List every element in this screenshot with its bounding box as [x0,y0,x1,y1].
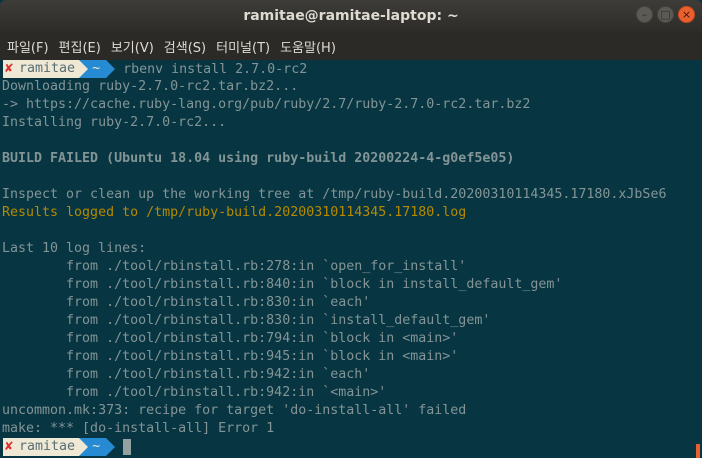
prompt-user-segment: ✘ ramitae [3,438,80,456]
output-line: Last 10 log lines: [2,241,147,256]
menu-search[interactable]: 검색(S) [164,37,206,56]
powerline-separator-icon [79,60,89,78]
menu-terminal[interactable]: 터미널(T) [216,37,270,56]
output-line: from ./tool/rbinstall.rb:840:in `block i… [2,277,563,292]
window-controls: – □ × [636,6,695,23]
log-path-line: Results logged to /tmp/ruby-build.202003… [2,205,467,220]
output-line: uncommon.mk:373: recipe for target 'do-i… [2,403,467,418]
output-line: from ./tool/rbinstall.rb:942:in `<main>' [2,385,387,400]
output-line: from ./tool/rbinstall.rb:830:in `install… [2,313,491,328]
command-text: rbenv install 2.7.0-rc2 [123,61,308,77]
output-line: Installing ruby-2.7.0-rc2... [2,115,227,130]
output-line: from ./tool/rbinstall.rb:942:in `each' [2,367,371,382]
output-line: -> https://cache.ruby-lang.org/pub/ruby/… [2,97,531,112]
menu-bar: 파일(F) 편집(E) 보기(V) 검색(S) 터미널(T) 도움말(H) [0,32,702,60]
terminal-window: ramitae@ramitae-laptop: ~ – □ × 파일(F) 편집… [0,0,702,458]
powerline-separator-icon [106,60,116,78]
prompt-user-segment: ✘ ramitae [3,60,80,78]
output-line: from ./tool/rbinstall.rb:945:in `block i… [2,349,459,364]
menu-file[interactable]: 파일(F) [7,37,49,56]
terminal-output[interactable]: ✘ ramitae ~ rbenv install 2.7.0-rc2 Downl… [0,60,702,458]
output-line: Inspect or clean up the working tree at … [2,187,667,202]
x-mark-icon: ✘ [5,61,14,76]
shell-prompt[interactable]: ✘ ramitae ~ [2,438,702,456]
title-bar[interactable]: ramitae@ramitae-laptop: ~ – □ × [0,0,702,32]
window-title: ramitae@ramitae-laptop: ~ [243,8,459,24]
minimize-button[interactable]: – [636,6,653,23]
menu-help[interactable]: 도움말(H) [280,37,336,56]
menu-edit[interactable]: 편집(E) [59,37,101,56]
maximize-button[interactable]: □ [657,6,674,23]
output-line: Downloading ruby-2.7.0-rc2.tar.bz2... [2,79,299,94]
powerline-separator-icon [79,438,89,456]
output-line: from ./tool/rbinstall.rb:278:in `open_fo… [2,259,467,274]
x-mark-icon: ✘ [5,439,14,454]
powerline-separator-icon [106,438,116,456]
shell-prompt: ✘ ramitae ~ rbenv install 2.7.0-rc2 [2,60,702,78]
prompt-dir: ~ [88,60,107,78]
scroll-indicator[interactable] [696,444,700,458]
prompt-user: ramitae [19,439,76,454]
menu-view[interactable]: 보기(V) [111,37,154,56]
output-line: from ./tool/rbinstall.rb:794:in `block i… [2,331,459,346]
close-button[interactable]: × [678,6,695,23]
prompt-user: ramitae [19,61,76,76]
output-line: from ./tool/rbinstall.rb:830:in `each' [2,295,371,310]
output-line: make: *** [do-install-all] Error 1 [2,421,275,436]
prompt-dir: ~ [88,438,107,456]
text-cursor[interactable] [123,439,132,455]
build-failed-line: BUILD FAILED (Ubuntu 18.04 using ruby-bu… [2,151,515,166]
